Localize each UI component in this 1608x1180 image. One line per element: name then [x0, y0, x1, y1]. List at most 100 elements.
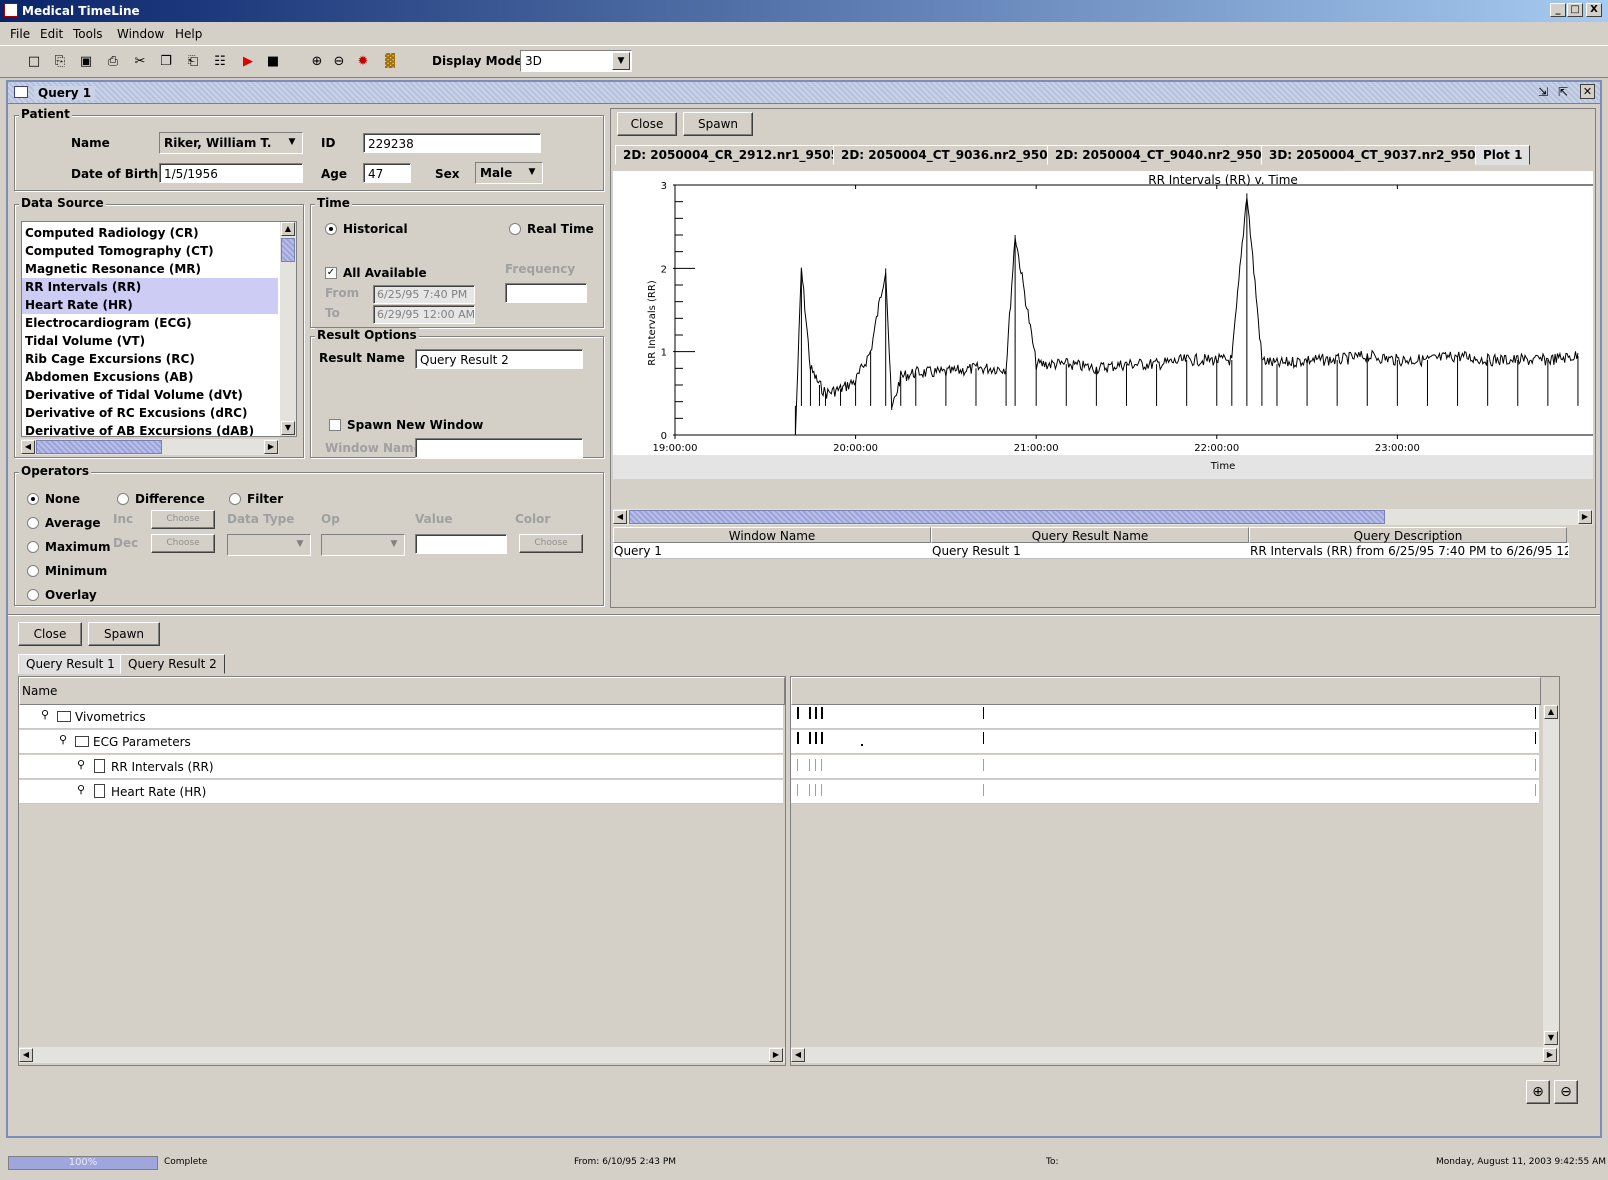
scroll-left-icon[interactable]: ◀ — [791, 1048, 805, 1062]
print-icon[interactable]: ⎙ — [103, 52, 123, 72]
list-item[interactable]: Computed Tomography (CT) — [22, 242, 278, 260]
list-item[interactable]: Tidal Volume (VT) — [22, 332, 278, 350]
bottom-close-button[interactable]: Close — [18, 622, 82, 646]
list-item[interactable]: Derivative of Tidal Volume (dVt) — [22, 386, 278, 404]
timeline-row[interactable] — [791, 705, 1539, 729]
zoom-out-icon[interactable]: ⊖ — [329, 52, 349, 72]
inc-choose-button[interactable]: Choose — [151, 510, 215, 529]
tree-row[interactable]: ⚲ Heart Rate (HR) — [19, 780, 783, 804]
scroll-right-icon[interactable]: ▶ — [1578, 510, 1592, 524]
spawn-window-checkbox[interactable] — [329, 419, 341, 431]
menu-tools[interactable]: Tools — [73, 27, 103, 41]
list-item[interactable]: Abdomen Excusions (AB) — [22, 368, 278, 386]
open-icon[interactable]: ⎘ — [50, 52, 70, 72]
dob-field[interactable]: 1/5/1956 — [159, 163, 303, 183]
list-item[interactable]: Computed Radiology (CR) — [22, 224, 278, 242]
list-item[interactable]: Magnetic Resonance (MR) — [22, 260, 278, 278]
paste-icon[interactable]: ⎗ — [183, 52, 203, 72]
timeline-row[interactable] — [791, 755, 1539, 779]
spawn-button[interactable]: Spawn — [683, 112, 753, 136]
tree-row[interactable]: ⚲ Vivometrics — [19, 705, 783, 729]
key-icon[interactable]: ⚲ — [59, 733, 67, 746]
difference-radio[interactable] — [117, 493, 129, 505]
scroll-down-icon[interactable]: ▼ — [281, 421, 295, 435]
key-icon[interactable]: ⚲ — [77, 758, 85, 771]
splitter[interactable] — [8, 614, 1600, 616]
tab-plot-4[interactable]: 3D: 2050004_CT_9037.nr2_950605 — [1261, 145, 1509, 165]
scroll-right-icon[interactable]: ▶ — [1543, 1048, 1557, 1062]
scroll-right-icon[interactable]: ▶ — [769, 1048, 783, 1062]
list-item[interactable]: Derivative of RC Excusions (dRC) — [22, 404, 278, 422]
tab-query-result-2[interactable]: Query Result 2 — [120, 654, 225, 674]
new-icon[interactable]: □ — [24, 52, 44, 72]
maximize-button[interactable]: □ — [1567, 3, 1583, 17]
patient-name-select[interactable]: Riker, William T. ▼ — [159, 132, 303, 154]
tree-row[interactable]: ⚲ RR Intervals (RR) — [19, 755, 783, 779]
key-icon[interactable]: ⚲ — [41, 708, 49, 721]
tab-plot-3[interactable]: 2D: 2050004_CT_9040.nr2_950605 — [1047, 145, 1295, 165]
sex-select[interactable]: Male ▼ — [475, 162, 543, 184]
list-item[interactable]: RR Intervals (RR) — [22, 278, 278, 296]
frame-minimize-icon[interactable]: ⇲ — [1538, 85, 1548, 99]
tree-row[interactable]: ⚲ ECG Parameters — [19, 730, 783, 754]
settings-icon[interactable]: ✹ — [353, 52, 373, 72]
data-type-select[interactable]: ▼ — [227, 534, 311, 556]
realtime-radio[interactable] — [509, 223, 521, 235]
scroll-left-icon[interactable]: ◀ — [19, 1048, 33, 1062]
tab-plot-2[interactable]: 2D: 2050004_CT_9036.nr2_950605 — [833, 145, 1081, 165]
calendar-icon[interactable]: ☷ — [210, 52, 230, 72]
tab-query-result-1[interactable]: Query Result 1 — [18, 654, 123, 674]
frequency-field[interactable] — [505, 283, 587, 303]
menu-edit[interactable]: Edit — [40, 27, 63, 41]
result-name-field[interactable]: Query Result 2 — [415, 349, 583, 369]
list-item[interactable]: Derivative of AB Excursions (dAB) — [22, 422, 278, 436]
tab-plot-active[interactable]: Plot 1 — [1475, 145, 1531, 165]
scroll-thumb[interactable] — [281, 238, 295, 262]
timeline-vertical-scrollbar[interactable]: ▲ ▼ — [1543, 705, 1559, 1047]
bottom-spawn-button[interactable]: Spawn — [88, 622, 160, 646]
tab-plot-1[interactable]: 2D: 2050004_CR_2912.nr1_950506 — [615, 145, 864, 165]
chart-icon[interactable]: ▓ — [380, 52, 400, 72]
key-icon[interactable]: ⚲ — [77, 783, 85, 796]
frame-close-icon[interactable]: ✕ — [1580, 84, 1595, 99]
close-button[interactable]: Close — [617, 112, 677, 136]
scroll-left-icon[interactable]: ◀ — [21, 440, 35, 454]
col-query-result-name[interactable]: Query Result Name — [931, 527, 1249, 543]
table-row[interactable]: Query 1 Query Result 1 RR Intervals (RR)… — [613, 543, 1569, 559]
menu-file[interactable]: File — [10, 27, 30, 41]
window-name-field[interactable] — [415, 438, 583, 458]
stop-icon[interactable]: ■ — [263, 52, 283, 72]
frame-maximize-icon[interactable]: ⇱ — [1558, 85, 1568, 99]
scroll-up-icon[interactable]: ▲ — [1544, 705, 1558, 719]
timeline-horizontal-scrollbar[interactable]: ◀ ▶ — [791, 1047, 1559, 1063]
historical-radio[interactable] — [325, 223, 337, 235]
maximum-radio[interactable] — [27, 541, 39, 553]
list-item[interactable]: Heart Rate (HR) — [22, 296, 278, 314]
filter-radio[interactable] — [229, 493, 241, 505]
scroll-thumb[interactable] — [629, 510, 1385, 524]
scroll-down-icon[interactable]: ▼ — [1544, 1031, 1558, 1045]
from-field[interactable]: 6/25/95 7:40 PM — [373, 285, 475, 304]
zoom-in-icon[interactable]: ⊕ — [1526, 1080, 1550, 1104]
average-radio[interactable] — [27, 517, 39, 529]
list-item[interactable]: Rib Cage Excursions (RC) — [22, 350, 278, 368]
col-query-description[interactable]: Query Description — [1249, 527, 1567, 543]
col-window-name[interactable]: Window Name — [613, 527, 931, 543]
minimum-radio[interactable] — [27, 565, 39, 577]
cut-icon[interactable]: ✂ — [130, 52, 150, 72]
scroll-left-icon[interactable]: ◀ — [613, 510, 627, 524]
list-item[interactable]: Electrocardiogram (ECG) — [22, 314, 278, 332]
all-available-checkbox[interactable]: ✓ — [325, 267, 337, 279]
age-field[interactable]: 47 — [363, 163, 411, 183]
display-mode-select[interactable]: 3D ▼ — [520, 50, 632, 72]
patient-id-field[interactable]: 229238 — [363, 133, 541, 153]
none-radio[interactable] — [27, 493, 39, 505]
value-field[interactable] — [415, 534, 507, 554]
zoom-in-icon[interactable]: ⊕ — [307, 52, 327, 72]
timeline-row[interactable] — [791, 780, 1539, 804]
plot-horizontal-scrollbar[interactable]: ◀ ▶ — [613, 509, 1593, 525]
scroll-thumb[interactable] — [36, 440, 162, 454]
close-window-button[interactable]: X — [1586, 3, 1602, 17]
minimize-button[interactable]: _ — [1550, 3, 1566, 17]
vertical-scrollbar[interactable]: ▲ ▼ — [280, 222, 296, 436]
